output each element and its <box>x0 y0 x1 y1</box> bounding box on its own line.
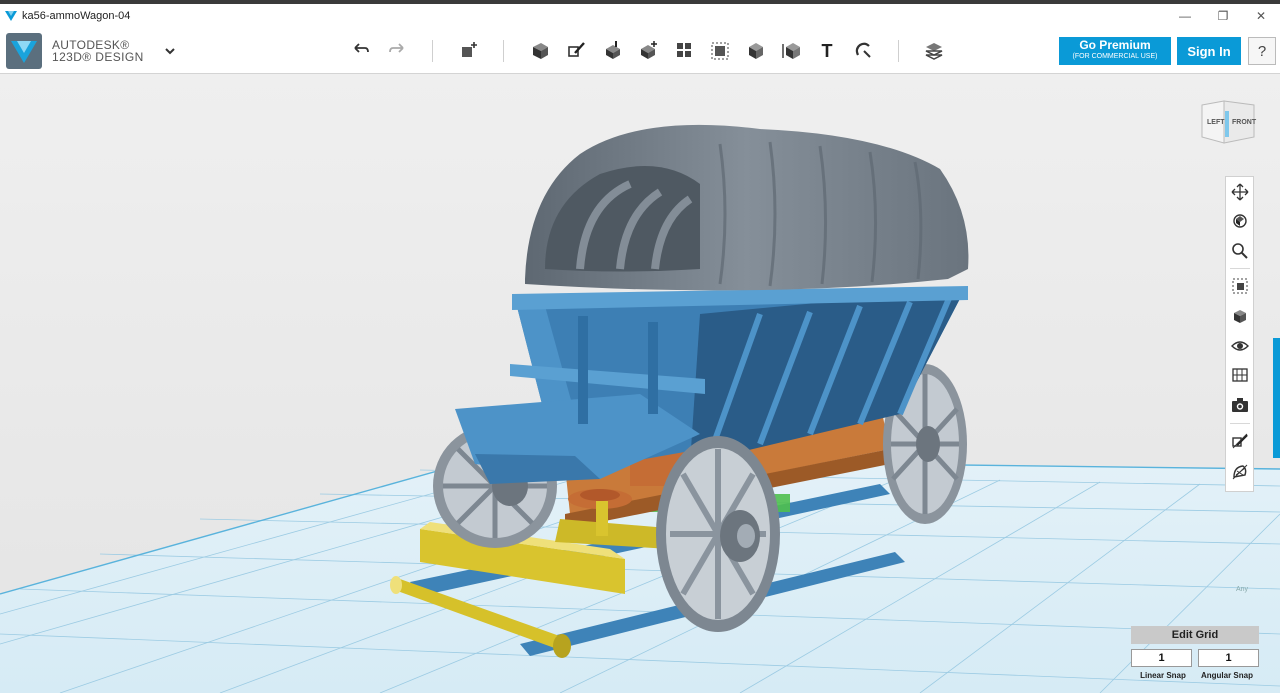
hide-sketches-button[interactable] <box>1229 430 1251 452</box>
front-right-wheel[interactable] <box>656 436 780 632</box>
hide-sketches-icon <box>1232 433 1248 449</box>
toolbar-separator <box>432 40 433 62</box>
nav-separator <box>1230 268 1250 269</box>
sketch-icon <box>568 42 585 57</box>
perspective-icon <box>1234 310 1246 323</box>
app-menu-chevron-icon[interactable] <box>163 46 177 56</box>
view-cube[interactable]: LEFT FRONT <box>1198 97 1256 149</box>
angular-snap-label: Angular Snap <box>1200 671 1253 680</box>
zoom-icon <box>1232 243 1248 259</box>
linear-snap-label: Linear Snap <box>1140 671 1186 680</box>
linear-snap-input[interactable]: 1 <box>1131 649 1192 667</box>
go-premium-button[interactable]: Go Premium (FOR COMMERCIAL USE) <box>1059 37 1171 65</box>
edit-grid-button[interactable]: Edit Grid <box>1131 626 1259 644</box>
autodesk-logo-icon <box>6 33 42 69</box>
hide-meshes-icon <box>1232 464 1248 480</box>
app-window: ka56-ammoWagon-04 — ❐ ✕ AUTODESK® 123D® … <box>0 0 1280 693</box>
brand-text: AUTODESK® 123D® DESIGN <box>52 39 144 63</box>
pan-icon <box>1231 183 1249 201</box>
restore-button[interactable]: ❐ <box>1204 4 1242 28</box>
3d-viewport[interactable]: Any <box>0 74 1280 693</box>
window-title: ka56-ammoWagon-04 <box>22 10 131 22</box>
text-tool-glyph: T <box>822 41 833 61</box>
orbit-button[interactable] <box>1229 210 1251 232</box>
app-logo-icon <box>5 11 17 21</box>
snap-icon <box>855 42 871 58</box>
view-cube-left-label[interactable]: LEFT <box>1207 119 1225 126</box>
pattern-icon <box>677 43 691 57</box>
view-cube-front-label[interactable]: FRONT <box>1232 119 1256 126</box>
primitives-icon <box>533 43 548 59</box>
main-toolbar: AUTODESK® 123D® DESIGN T Go Premium (FOR… <box>0 28 1280 74</box>
help-button[interactable]: ? <box>1248 37 1276 65</box>
transform-icon <box>462 42 477 57</box>
title-bar: ka56-ammoWagon-04 — ❐ ✕ <box>0 0 1280 28</box>
group-button[interactable] <box>707 37 733 63</box>
construct-icon <box>606 41 620 59</box>
materials-outline-icon <box>1232 368 1248 382</box>
angular-snap-input[interactable]: 1 <box>1198 649 1259 667</box>
modify-icon <box>641 41 657 59</box>
nav-separator <box>1230 423 1250 424</box>
pan-button[interactable] <box>1229 181 1251 203</box>
combine-button[interactable] <box>743 37 769 63</box>
sign-in-button[interactable]: Sign In <box>1177 37 1241 65</box>
text-button[interactable]: T <box>814 37 840 63</box>
fit-icon <box>1232 278 1248 294</box>
visibility-icon <box>1231 341 1249 351</box>
measure-button[interactable] <box>779 37 805 63</box>
brand-line2: 123D® DESIGN <box>52 50 144 64</box>
scene-canvas[interactable] <box>0 74 1280 693</box>
construct-button[interactable] <box>600 37 626 63</box>
brand[interactable]: AUTODESK® 123D® DESIGN <box>6 33 144 69</box>
redo-button[interactable] <box>384 37 410 63</box>
camera-icon <box>1232 398 1248 412</box>
combine-icon <box>749 43 763 59</box>
pattern-button[interactable] <box>671 37 697 63</box>
edit-grid-panel: Edit Grid 1 1 Linear Snap Angular Snap <box>1131 626 1259 686</box>
transform-button[interactable] <box>456 37 482 63</box>
visibility-button[interactable] <box>1229 335 1251 357</box>
materials-button[interactable] <box>921 37 947 63</box>
side-panel-tab[interactable] <box>1273 338 1280 458</box>
minimize-button[interactable]: — <box>1166 4 1204 28</box>
snap-button[interactable] <box>850 37 876 63</box>
camera-button[interactable] <box>1229 394 1251 416</box>
axis-indicator: Any <box>1236 586 1249 593</box>
fit-button[interactable] <box>1229 275 1251 297</box>
measure-icon <box>782 43 800 59</box>
redo-icon <box>389 43 404 53</box>
hide-meshes-button[interactable] <box>1229 461 1251 483</box>
toolbar-separator <box>503 40 504 62</box>
wagon-canopy[interactable] <box>525 124 969 291</box>
text-icon: T <box>822 41 833 61</box>
navigation-bar <box>1225 176 1254 492</box>
sketch-button[interactable] <box>564 37 590 63</box>
group-icon <box>711 42 729 60</box>
window-controls: — ❐ ✕ <box>1166 4 1280 28</box>
materials-icon <box>925 43 943 60</box>
undo-button[interactable] <box>348 37 374 63</box>
premium-sub-label: (FOR COMMERCIAL USE) <box>1072 53 1158 60</box>
orbit-icon <box>1233 214 1247 228</box>
modify-button[interactable] <box>636 37 662 63</box>
toolbar-separator <box>898 40 899 62</box>
primitives-button[interactable] <box>527 37 553 63</box>
perspective-button[interactable] <box>1229 305 1251 327</box>
zoom-button[interactable] <box>1229 240 1251 262</box>
premium-label: Go Premium <box>1079 38 1151 52</box>
close-button[interactable]: ✕ <box>1242 4 1280 28</box>
undo-icon <box>354 43 369 53</box>
materials-outline-button[interactable] <box>1229 364 1251 386</box>
